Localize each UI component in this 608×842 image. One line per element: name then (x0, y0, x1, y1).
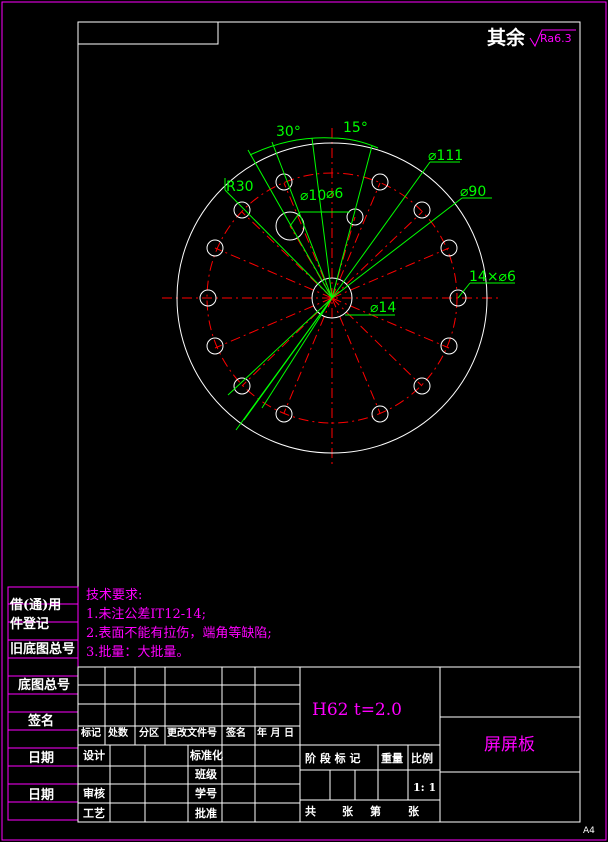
label-sheet-no: 第 (370, 805, 381, 818)
label-sheets-1: 张 (342, 805, 353, 818)
dim-radius-30: R30 (226, 179, 254, 195)
sheet-size: A4 (583, 826, 595, 836)
material-spec: H62 t=2.0 (312, 700, 402, 720)
dim-dia-6: ⌀6 (326, 186, 344, 202)
rev-header-date: 年 月 日 (257, 728, 294, 739)
label-student-no: 学号 (195, 787, 217, 800)
label-sheets-2: 张 (408, 805, 419, 818)
bolt-hole (371, 405, 389, 423)
label-review: 审核 (83, 787, 105, 800)
tech-item-1: 1.未注公差IT12-14; (86, 607, 207, 622)
stamp-date-1: 日期 (28, 751, 55, 766)
bolt-hole (413, 201, 431, 219)
part-name: 屏屏板 (484, 735, 535, 755)
label-total: 共 (305, 805, 316, 818)
rev-header-doc: 更改文件号 (167, 728, 217, 739)
label-stage-mark: 阶 段 标 记 (305, 752, 361, 765)
label-design: 设计 (83, 749, 105, 762)
dim-holes: 14×⌀6 (469, 269, 516, 285)
label-weight: 重量 (381, 752, 403, 765)
dim-dia-90: ⌀90 (460, 184, 487, 200)
label-scale: 比例 (411, 752, 433, 765)
bolt-hole (233, 201, 251, 219)
finish-value: Ra6.3 (540, 32, 572, 45)
stamp-signature: 签名 (28, 714, 55, 729)
rev-header-count: 处数 (108, 728, 128, 739)
label-process: 工艺 (83, 807, 105, 820)
scale-value: 1: 1 (413, 781, 437, 794)
stamp-record: 件登记 (10, 617, 50, 632)
rev-header-sign: 签名 (226, 728, 246, 739)
dim-angle-15: 15° (343, 120, 368, 136)
rev-header-zone: 分区 (139, 728, 159, 739)
bolt-hole (371, 173, 389, 191)
tech-heading: 技术要求: (86, 588, 143, 603)
finish-prefix: 其余 (487, 27, 526, 49)
label-standardize: 标准化 (190, 749, 223, 762)
outer-border (1, 1, 607, 841)
label-class: 班级 (195, 768, 217, 781)
stamp-base-drawing: 底图总号 (18, 678, 71, 693)
dim-angle-30: 30° (276, 124, 301, 140)
stamp-used-on: 借(通)用 (10, 598, 62, 613)
dim-dia-14: ⌀14 (370, 300, 397, 316)
dim-dia-10: ⌀10 (300, 188, 327, 204)
code-box (77, 21, 219, 45)
drawing-canvas (1, 1, 607, 841)
stamp-old-drawing: 旧底图总号 (10, 642, 76, 657)
rev-header-mark: 标记 (81, 728, 101, 739)
bolt-hole (275, 405, 293, 423)
stamp-date-2: 日期 (28, 788, 55, 803)
label-approve: 批准 (195, 807, 217, 820)
tech-item-3: 3.批量：大批量。 (86, 645, 190, 660)
part-view (162, 128, 515, 468)
dim-dia-111: ⌀111 (428, 148, 464, 164)
tech-item-2: 2.表面不能有拉伤，端角等缺陷; (86, 626, 272, 641)
